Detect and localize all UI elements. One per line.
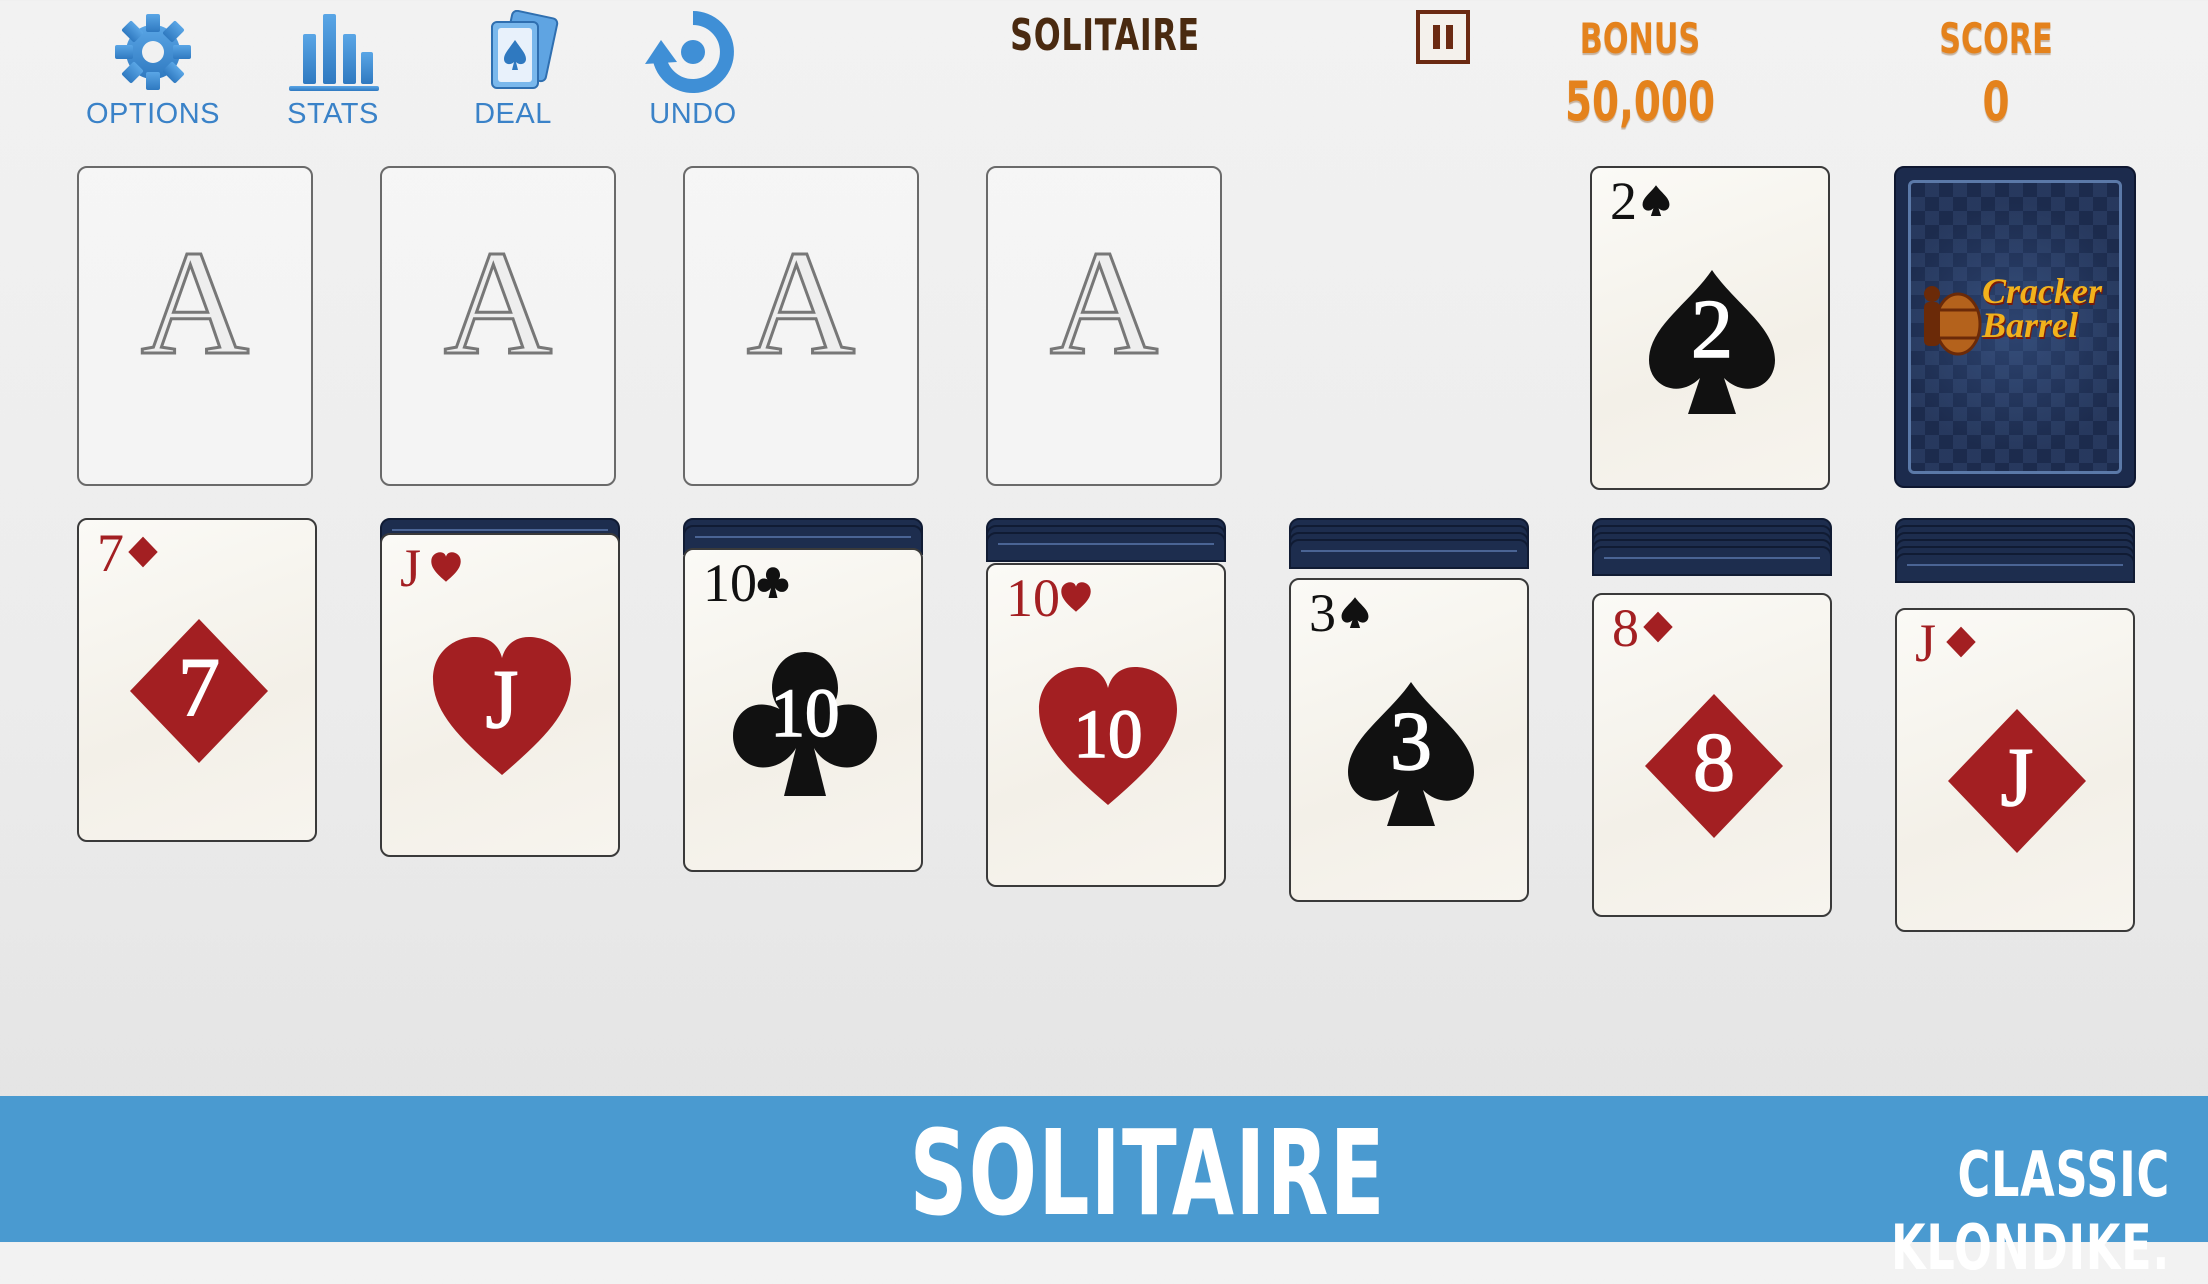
stats-label: STATS: [287, 98, 379, 130]
card-rank: 3: [1309, 583, 1336, 643]
foundation-slot-1[interactable]: A: [77, 166, 313, 486]
card-rank: J: [1915, 613, 1937, 673]
spade-icon: [1341, 597, 1369, 628]
options-label: OPTIONS: [85, 98, 220, 130]
card-center-rank: 2: [1691, 283, 1733, 376]
foundation-placeholder: A: [1048, 220, 1159, 386]
card-rank: 2: [1610, 171, 1637, 231]
foundation-placeholder: A: [442, 220, 553, 386]
tableau-card[interactable]: JJ: [1895, 608, 2135, 932]
club-center-icon: 10: [733, 652, 877, 796]
face-down-card: [1289, 539, 1529, 569]
barrel-logo-icon: [1924, 286, 1982, 356]
card-center-rank: 10: [1074, 696, 1143, 772]
deal-label: DEAL: [474, 98, 552, 130]
face-down-card: [1592, 546, 1832, 576]
card-center-rank: 10: [771, 675, 840, 751]
bonus-value: 50,000: [1564, 70, 1716, 133]
score-label: SCORE: [1939, 14, 2053, 63]
stock-pile[interactable]: Cracker Barrel: [1894, 166, 2136, 488]
diamond-center-icon: 7: [130, 619, 268, 763]
card-rank: J: [400, 538, 422, 598]
foundation-placeholder: A: [745, 220, 856, 386]
spade-icon: [1642, 185, 1670, 216]
card-center-rank: 3: [1390, 695, 1432, 788]
card-center-rank: J: [486, 653, 519, 746]
spade-center-icon: 2: [1649, 270, 1775, 414]
bar-chart-icon: [289, 14, 379, 91]
diamond-center-icon: 8: [1645, 694, 1783, 838]
waste-card[interactable]: 2 2: [1590, 166, 1830, 490]
bonus-label: BONUS: [1579, 14, 1701, 63]
diamond-icon: [128, 536, 158, 568]
diamond-icon: [1643, 611, 1673, 643]
heart-center-icon: J: [433, 637, 571, 775]
banner-title: SOLITAIRE: [909, 1104, 1386, 1242]
diamond-icon: [1946, 626, 1976, 658]
card-rank: 8: [1612, 598, 1639, 658]
tableau-card[interactable]: JJ: [380, 533, 620, 857]
spade-center-icon: 3: [1348, 682, 1474, 826]
club-icon: [757, 567, 789, 598]
face-down-card: [986, 532, 1226, 562]
card-rank: 10: [1006, 568, 1060, 628]
banner-tagline: CLASSIC KLONDIKE.: [1891, 1138, 2170, 1284]
card-center-rank: 8: [1693, 716, 1735, 809]
foundation-slot-3[interactable]: A: [683, 166, 919, 486]
face-down-card: [1895, 553, 2135, 583]
undo-icon: [645, 11, 734, 93]
card-center-rank: 7: [178, 641, 220, 734]
undo-label: UNDO: [649, 98, 737, 130]
deal-button[interactable]: DEAL: [418, 10, 608, 160]
pause-icon: [1433, 25, 1440, 49]
promo-banner: SOLITAIRE CLASSIC KLONDIKE.: [0, 1096, 2208, 1284]
heart-center-icon: 10: [1039, 667, 1177, 805]
tableau-card[interactable]: 10 10: [683, 548, 923, 872]
pause-button[interactable]: [1416, 10, 1470, 64]
gear-icon: [115, 14, 191, 90]
foundation-slot-2[interactable]: A: [380, 166, 616, 486]
tableau-card[interactable]: 88: [1592, 593, 1832, 917]
diamond-center-icon: J: [1948, 709, 2086, 853]
card-center-rank: J: [2001, 731, 2034, 824]
heart-icon: [431, 552, 461, 582]
card-rank: 7: [97, 523, 124, 583]
game-title: SOLITAIRE: [1010, 10, 1200, 61]
score-value: 0: [1982, 70, 2010, 133]
heart-icon: [1061, 582, 1091, 612]
stock-logo-text: Cracker Barrel: [1982, 271, 2102, 345]
card-rank: 10: [703, 553, 757, 613]
undo-button[interactable]: UNDO: [598, 10, 788, 160]
cards-icon: [491, 10, 559, 89]
foundation-slot-4[interactable]: A: [986, 166, 1222, 486]
tableau-card[interactable]: 10 10: [986, 563, 1226, 887]
stats-button[interactable]: STATS: [238, 10, 428, 160]
tableau-card[interactable]: 77: [77, 518, 317, 842]
options-button[interactable]: OPTIONS: [58, 10, 248, 160]
tableau-card[interactable]: 33: [1289, 578, 1529, 902]
foundation-placeholder: A: [139, 220, 250, 386]
